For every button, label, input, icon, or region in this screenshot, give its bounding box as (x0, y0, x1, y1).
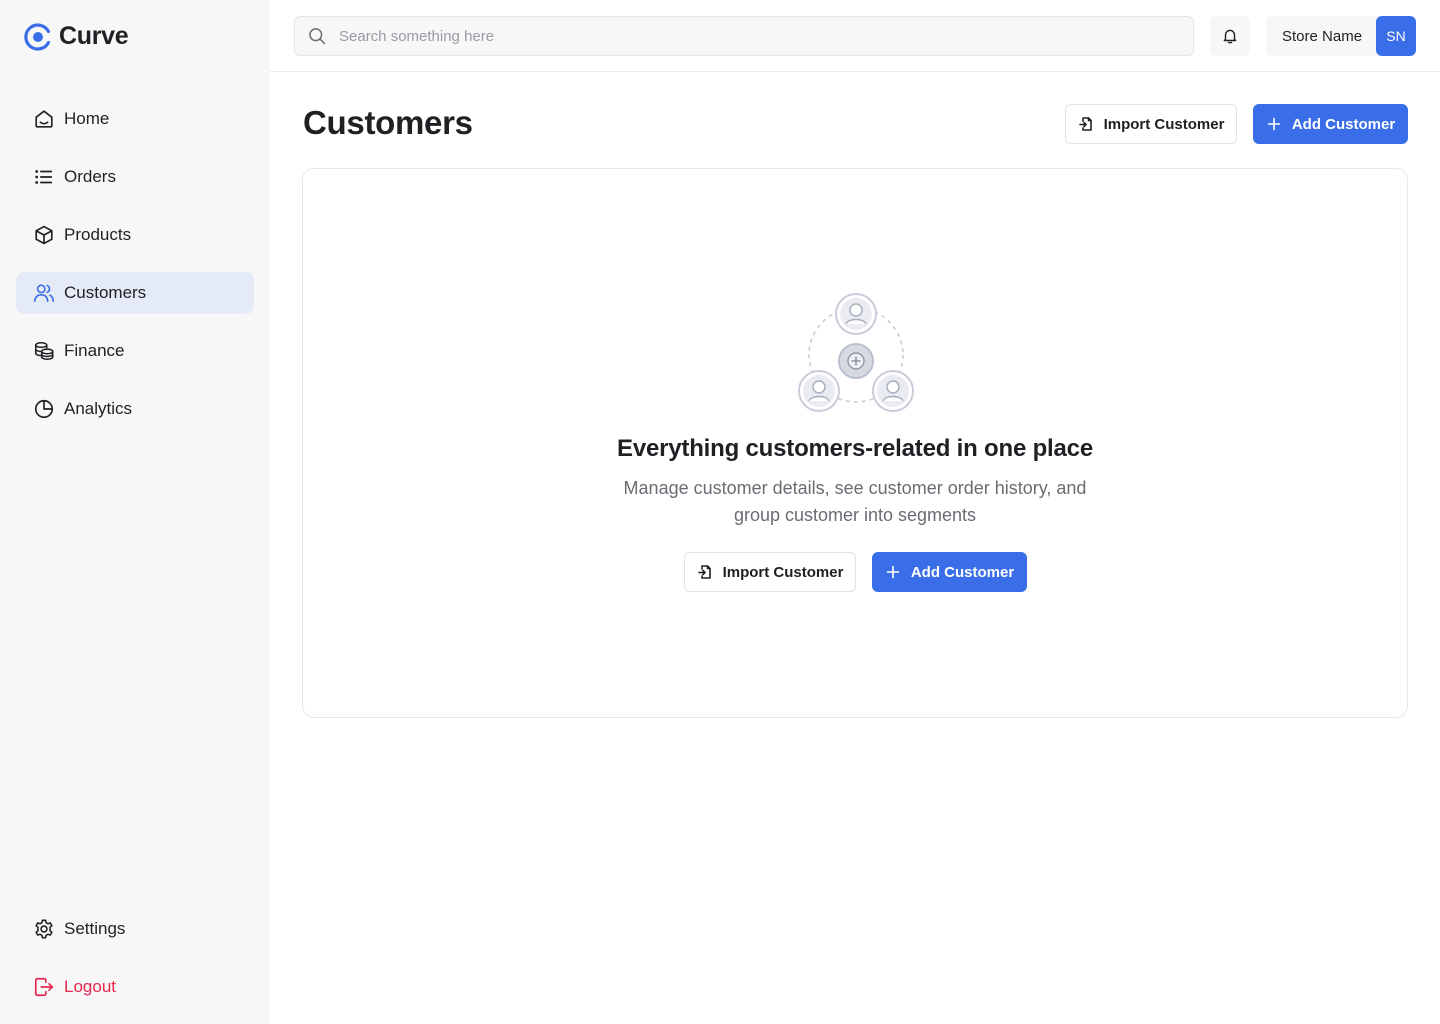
coins-icon (33, 340, 55, 362)
import-customer-label: Import Customer (1103, 115, 1225, 133)
empty-state-card: Everything customers-related in one plac… (302, 168, 1408, 718)
page-title: Customers (303, 104, 473, 141)
home-icon (33, 108, 55, 130)
sidebar-nav: Home Orders Products Customers Finance A… (16, 98, 254, 446)
customer-group-illustration (798, 293, 914, 412)
import-customer-label: Import Customer (722, 563, 844, 581)
sidebar-item-customers[interactable]: Customers (16, 272, 254, 314)
sidebar-item-label: Analytics (64, 399, 133, 418)
sidebar-item-label: Logout (64, 977, 116, 996)
bell-icon (1223, 29, 1237, 44)
sidebar-item-home[interactable]: Home (16, 98, 254, 140)
users-icon (33, 282, 55, 304)
curve-logo-icon (24, 22, 51, 51)
import-customer-button[interactable]: Import Customer (1065, 104, 1237, 144)
plus-icon (886, 565, 900, 579)
add-customer-label: Add Customer (910, 563, 1015, 581)
search-input[interactable] (339, 27, 1159, 45)
sidebar-item-label: Home (64, 109, 110, 128)
sidebar-item-settings[interactable]: Settings (16, 908, 254, 950)
sidebar-item-label: Products (64, 225, 132, 244)
brand-name: Curve (59, 22, 129, 50)
notifications-button[interactable] (1210, 16, 1250, 56)
plus-icon (1267, 117, 1281, 131)
sidebar-item-orders[interactable]: Orders (16, 156, 254, 198)
search-bar[interactable] (294, 16, 1194, 56)
store-avatar: SN (1376, 16, 1416, 56)
pie-chart-icon (33, 398, 55, 420)
sidebar-item-finance[interactable]: Finance (16, 330, 254, 372)
empty-state-add-button[interactable]: Add Customer (872, 552, 1027, 592)
store-switcher[interactable]: Store Name SN (1266, 16, 1416, 56)
sidebar-item-label: Orders (64, 167, 116, 186)
sidebar: Curve Home Orders Products Customers Fin… (0, 0, 270, 1024)
add-customer-button[interactable]: Add Customer (1253, 104, 1408, 144)
box-icon (33, 224, 55, 246)
top-bar: Store Name SN (270, 0, 1440, 72)
sidebar-item-products[interactable]: Products (16, 214, 254, 256)
list-icon (33, 166, 55, 188)
brand-logo[interactable]: Curve (24, 22, 129, 51)
import-file-icon (1078, 117, 1092, 131)
search-icon (309, 28, 326, 45)
sidebar-item-logout[interactable]: Logout (16, 966, 254, 1008)
empty-state-import-button[interactable]: Import Customer (684, 552, 856, 592)
sidebar-item-label: Settings (64, 919, 126, 938)
sidebar-bottom-nav: Settings Logout (16, 908, 254, 1024)
add-customer-label: Add Customer (1291, 115, 1396, 133)
sidebar-item-label: Customers (64, 283, 147, 302)
store-name: Store Name (1282, 27, 1363, 45)
sidebar-item-analytics[interactable]: Analytics (16, 388, 254, 430)
empty-state-title: Everything customers-related in one plac… (617, 435, 1093, 462)
import-file-icon (697, 565, 711, 579)
logout-icon (33, 976, 55, 998)
sidebar-item-label: Finance (64, 341, 125, 360)
gear-icon (33, 918, 55, 940)
empty-state-description: Manage customer details, see customer or… (623, 478, 1087, 525)
